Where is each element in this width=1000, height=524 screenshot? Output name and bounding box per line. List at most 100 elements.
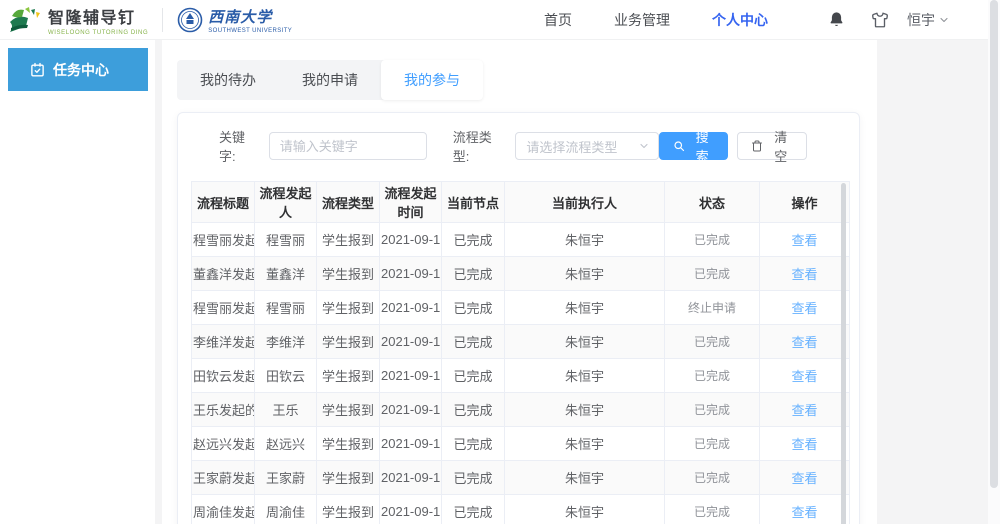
title-cell: 李维洋发起... bbox=[192, 325, 255, 359]
view-link[interactable]: 查看 bbox=[791, 505, 817, 520]
tab-my-applications[interactable]: 我的申请 bbox=[279, 60, 381, 100]
title-cell: 赵远兴发起... bbox=[192, 427, 255, 461]
search-icon bbox=[673, 140, 685, 152]
column-header-initiator: 流程发起人 bbox=[255, 182, 317, 223]
status-cell: 已完成 bbox=[665, 427, 760, 461]
process-type-label: 流程类型: bbox=[453, 127, 508, 165]
time-cell: 2021-09-1... bbox=[380, 325, 442, 359]
status-cell: 终止申请 bbox=[665, 291, 760, 325]
initiator-cell: 程雪丽 bbox=[255, 223, 317, 257]
brand-name: 智隆辅导钉 bbox=[48, 4, 148, 28]
brand-leaf-icon bbox=[8, 6, 42, 33]
executor-cell: 朱恒宇 bbox=[505, 257, 665, 291]
actions-cell: 查看 bbox=[760, 291, 850, 325]
theme-shirt-icon[interactable] bbox=[871, 11, 889, 29]
keyword-input[interactable] bbox=[269, 132, 427, 160]
column-header-title: 流程标题 bbox=[192, 182, 255, 223]
column-header-status: 状态 bbox=[665, 182, 760, 223]
table-row: 王家蔚发起...王家蔚学生报到2021-09-1...已完成朱恒宇已完成查看 bbox=[192, 461, 850, 495]
page-scrollbar-thumb[interactable] bbox=[990, 0, 998, 488]
status-cell: 已完成 bbox=[665, 325, 760, 359]
view-link[interactable]: 查看 bbox=[791, 335, 817, 350]
user-name: 恒宇 bbox=[907, 10, 935, 30]
view-link[interactable]: 查看 bbox=[791, 369, 817, 384]
brand-logo[interactable]: 智隆辅导钉 WISELOONG TUTORING DING bbox=[8, 4, 148, 36]
time-cell: 2021-09-1... bbox=[380, 495, 442, 524]
notification-bell-icon[interactable] bbox=[828, 11, 845, 28]
initiator-cell: 李维洋 bbox=[255, 325, 317, 359]
actions-cell: 查看 bbox=[760, 393, 850, 427]
view-link[interactable]: 查看 bbox=[791, 403, 817, 418]
status-cell: 已完成 bbox=[665, 257, 760, 291]
column-header-start-time: 流程发起时间 bbox=[380, 182, 442, 223]
actions-cell: 查看 bbox=[760, 427, 850, 461]
node-cell: 已完成 bbox=[442, 461, 505, 495]
table-scrollbar-thumb[interactable] bbox=[841, 183, 846, 524]
view-link[interactable]: 查看 bbox=[791, 233, 817, 248]
table-row: 程雪丽发起...程雪丽学生报到2021-09-1...已完成朱恒宇终止申请查看 bbox=[192, 291, 850, 325]
node-cell: 已完成 bbox=[442, 257, 505, 291]
user-menu[interactable]: 恒宇 bbox=[907, 10, 950, 30]
table-row: 赵远兴发起...赵远兴学生报到2021-09-1...已完成朱恒宇已完成查看 bbox=[192, 427, 850, 461]
node-cell: 已完成 bbox=[442, 359, 505, 393]
table-header-row: 流程标题 流程发起人 流程类型 流程发起时间 当前节点 当前执行人 状态 操作 bbox=[192, 182, 850, 223]
brand-area: 智隆辅导钉 WISELOONG TUTORING DING 西南大学 SOUTH… bbox=[0, 4, 292, 36]
university-emblem-icon bbox=[177, 7, 203, 33]
page-scrollbar-track[interactable] bbox=[988, 0, 1000, 524]
view-link[interactable]: 查看 bbox=[791, 267, 817, 282]
type-cell: 学生报到 bbox=[317, 495, 380, 524]
type-cell: 学生报到 bbox=[317, 291, 380, 325]
title-cell: 程雪丽发起... bbox=[192, 223, 255, 257]
view-link[interactable]: 查看 bbox=[791, 301, 817, 316]
node-cell: 已完成 bbox=[442, 393, 505, 427]
actions-cell: 查看 bbox=[760, 223, 850, 257]
actions-cell: 查看 bbox=[760, 359, 850, 393]
search-button[interactable]: 搜索 bbox=[659, 132, 729, 160]
view-link[interactable]: 查看 bbox=[791, 437, 817, 452]
time-cell: 2021-09-1... bbox=[380, 461, 442, 495]
nav-home[interactable]: 首页 bbox=[544, 10, 572, 30]
status-cell: 已完成 bbox=[665, 359, 760, 393]
keyword-label: 关键字: bbox=[219, 127, 261, 165]
process-table: 流程标题 流程发起人 流程类型 流程发起时间 当前节点 当前执行人 状态 操作 … bbox=[191, 181, 847, 524]
time-cell: 2021-09-1... bbox=[380, 393, 442, 427]
filter-table-panel: 关键字: 流程类型: 请选择流程类型 bbox=[177, 112, 860, 524]
executor-cell: 朱恒宇 bbox=[505, 495, 665, 524]
clear-button[interactable]: 清空 bbox=[737, 132, 807, 160]
university-name: 西南大学 bbox=[208, 6, 292, 27]
view-link[interactable]: 查看 bbox=[791, 471, 817, 486]
executor-cell: 朱恒宇 bbox=[505, 223, 665, 257]
top-nav: 首页 业务管理 个人中心 恒宇 bbox=[502, 10, 950, 30]
column-header-executor: 当前执行人 bbox=[505, 182, 665, 223]
nav-personal-center[interactable]: 个人中心 bbox=[712, 10, 768, 30]
filter-buttons: 搜索 清空 bbox=[659, 132, 807, 160]
table-row: 李维洋发起...李维洋学生报到2021-09-1...已完成朱恒宇已完成查看 bbox=[192, 325, 850, 359]
executor-cell: 朱恒宇 bbox=[505, 359, 665, 393]
table-row: 董鑫洋发起...董鑫洋学生报到2021-09-1...已完成朱恒宇已完成查看 bbox=[192, 257, 850, 291]
table-row: 田钦云发起...田钦云学生报到2021-09-1...已完成朱恒宇已完成查看 bbox=[192, 359, 850, 393]
node-cell: 已完成 bbox=[442, 223, 505, 257]
time-cell: 2021-09-1... bbox=[380, 427, 442, 461]
node-cell: 已完成 bbox=[442, 291, 505, 325]
type-cell: 学生报到 bbox=[317, 223, 380, 257]
column-header-current-node: 当前节点 bbox=[442, 182, 505, 223]
title-cell: 王家蔚发起... bbox=[192, 461, 255, 495]
select-chevron-down-icon bbox=[638, 140, 650, 152]
executor-cell: 朱恒宇 bbox=[505, 461, 665, 495]
status-cell: 已完成 bbox=[665, 495, 760, 524]
time-cell: 2021-09-1... bbox=[380, 223, 442, 257]
tab-my-participation[interactable]: 我的参与 bbox=[381, 60, 483, 100]
status-cell: 已完成 bbox=[665, 223, 760, 257]
nav-business-management[interactable]: 业务管理 bbox=[614, 10, 670, 30]
chevron-down-icon bbox=[938, 14, 950, 26]
actions-cell: 查看 bbox=[760, 461, 850, 495]
sidebar-item-task-center[interactable]: 任务中心 bbox=[8, 48, 148, 91]
initiator-cell: 周渝佳 bbox=[255, 495, 317, 524]
type-cell: 学生报到 bbox=[317, 257, 380, 291]
tab-my-todo[interactable]: 我的待办 bbox=[177, 60, 279, 100]
process-type-select[interactable]: 请选择流程类型 bbox=[515, 132, 659, 160]
title-cell: 周渝佳发起... bbox=[192, 495, 255, 524]
node-cell: 已完成 bbox=[442, 325, 505, 359]
column-header-actions: 操作 bbox=[760, 182, 850, 223]
actions-cell: 查看 bbox=[760, 257, 850, 291]
